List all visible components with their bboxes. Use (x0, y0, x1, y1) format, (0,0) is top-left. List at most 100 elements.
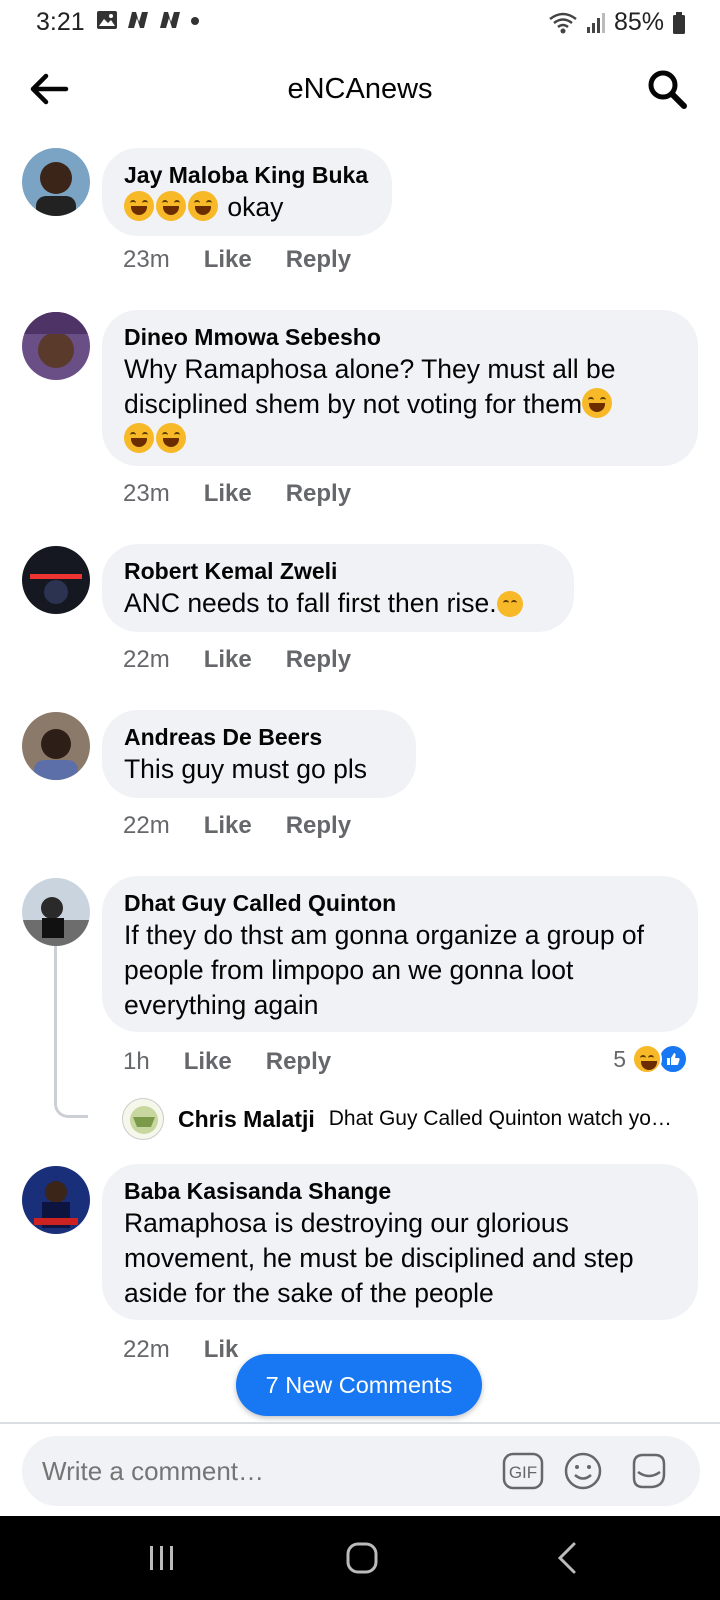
search-icon (648, 70, 687, 109)
comment-actions: 22m Like Reply (123, 646, 351, 674)
reply-button[interactable]: Reply (286, 812, 351, 840)
comment-text: Why Ramaphosa alone? They must all be di… (124, 352, 676, 457)
grinning-emoji-icon (188, 191, 218, 221)
home-icon (346, 1542, 378, 1574)
avatar[interactable] (22, 878, 90, 946)
reply-button[interactable]: Reply (286, 646, 351, 674)
comment-text-line: Ramaphosa is destroying our glorious (124, 1208, 569, 1238)
commenter-name[interactable]: Baba Kasisanda Shange (124, 1176, 676, 1206)
commenter-name[interactable]: Jay Maloba King Buka (124, 160, 370, 190)
gif-button[interactable]: GIF (502, 1450, 544, 1492)
comment-time[interactable]: 23m (123, 480, 170, 508)
news-app-icon-2 (160, 12, 180, 28)
reply-preview[interactable]: Chris Malatji Dhat Guy Called Quinton wa… (122, 1098, 702, 1140)
reply-text[interactable]: Dhat Guy Called Quinton watch yo… (329, 1107, 672, 1131)
comment-text-line: Why Ramaphosa alone? They must all be (124, 354, 616, 384)
commenter-name[interactable]: Dhat Guy Called Quinton (124, 888, 676, 918)
app-bar: eNCAnews (0, 46, 720, 134)
comment-text: ANC needs to fall first then rise. (124, 586, 552, 621)
smiley-icon (564, 1452, 602, 1490)
comment-time[interactable]: 23m (123, 246, 170, 274)
avatar[interactable] (22, 1166, 90, 1234)
comment-text-body: ANC needs to fall first then rise. (124, 588, 497, 618)
reply-author-name[interactable]: Chris Malatji (178, 1106, 315, 1133)
comment-text-line: disciplined shem by not voting for them (124, 389, 583, 419)
comment-time[interactable]: 1h (123, 1048, 150, 1076)
comment-actions: 1h Like Reply (123, 1048, 331, 1076)
avatar[interactable] (22, 312, 90, 380)
comment-input[interactable] (42, 1456, 462, 1487)
gallery-icon (97, 11, 117, 29)
comment-bubble[interactable]: Dhat Guy Called Quinton If they do thst … (102, 876, 698, 1032)
dot-icon (191, 17, 199, 25)
comment-bubble[interactable]: Baba Kasisanda Shange Ramaphosa is destr… (102, 1164, 698, 1320)
comment-time[interactable]: 22m (123, 812, 170, 840)
status-right: 85% (548, 8, 686, 37)
comment-text-line: aside for the sake of the people (124, 1278, 494, 1308)
status-time: 3:21 (36, 8, 85, 36)
like-button[interactable]: Like (204, 246, 252, 274)
comment-bubble[interactable]: Jay Maloba King Buka okay (102, 148, 392, 236)
sticker-button[interactable] (628, 1450, 670, 1492)
news-app-icon (128, 12, 148, 28)
system-back-button[interactable] (548, 1540, 588, 1576)
comment-bubble[interactable]: Robert Kemal Zweli ANC needs to fall fir… (102, 544, 574, 632)
comment-time[interactable]: 22m (123, 1336, 170, 1364)
reply-button[interactable]: Reply (266, 1048, 331, 1076)
comment-bubble[interactable]: Dineo Mmowa Sebesho Why Ramaphosa alone?… (102, 310, 698, 466)
comment-time[interactable]: 22m (123, 646, 170, 674)
chevron-left-icon (557, 1542, 576, 1574)
comment-text: If they do thst am gonna organize a grou… (124, 918, 676, 1023)
battery-icon (673, 11, 685, 34)
status-bar: 3:21 85% (0, 0, 720, 46)
like-button[interactable]: Lik (204, 1336, 239, 1364)
like-button[interactable]: Like (204, 480, 252, 508)
comment-actions: 23m Like Reply (123, 246, 351, 274)
svg-text:GIF: GIF (509, 1463, 537, 1482)
commenter-name[interactable]: Robert Kemal Zweli (124, 556, 552, 586)
page-title: eNCAnews (287, 73, 433, 105)
comment-actions: 23m Like Reply (123, 480, 351, 508)
rolling-laughing-emoji-icon (582, 388, 613, 418)
battery-percent: 85% (613, 8, 664, 36)
avatar[interactable] (22, 712, 90, 780)
avatar[interactable] (22, 546, 90, 614)
reply-button[interactable]: Reply (286, 480, 351, 508)
thread-line (54, 946, 88, 1118)
avatar[interactable] (22, 148, 90, 216)
reply-button[interactable]: Reply (286, 246, 351, 274)
like-button[interactable]: Like (204, 812, 252, 840)
rolling-laughing-emoji-icon (156, 423, 186, 453)
system-nav-bar (0, 1516, 720, 1600)
comment-text-line: movement, he must be disciplined and ste… (124, 1243, 634, 1273)
grinning-emoji-icon (124, 191, 154, 221)
comment-text: okay (124, 190, 370, 225)
gif-icon: GIF (502, 1452, 544, 1490)
recents-button[interactable] (142, 1540, 182, 1576)
comment-bubble[interactable]: Andreas De Beers This guy must go pls (102, 710, 416, 798)
comment-actions: 22m Like Reply (123, 812, 351, 840)
like-button[interactable]: Like (184, 1048, 232, 1076)
reply-avatar[interactable] (122, 1098, 164, 1140)
like-button[interactable]: Like (204, 646, 252, 674)
notification-icons (96, 10, 200, 30)
commenter-name[interactable]: Andreas De Beers (124, 722, 394, 752)
comment-text-line: If they do thst am gonna organize a grou… (124, 920, 645, 950)
wifi-icon (549, 12, 577, 33)
comment-actions: 22m Lik (123, 1336, 238, 1364)
emoji-button[interactable] (562, 1450, 604, 1492)
comment-composer: GIF (22, 1436, 700, 1506)
recents-icon (150, 1546, 173, 1570)
comment-text-body: This guy must go pls (124, 754, 368, 784)
raised-fist-emoji-icon (496, 591, 523, 617)
sticker-icon (632, 1453, 666, 1489)
new-comments-button[interactable]: 7 New Comments (236, 1354, 482, 1416)
home-button[interactable] (342, 1540, 382, 1576)
grinning-emoji-icon (156, 191, 186, 221)
commenter-name[interactable]: Dineo Mmowa Sebesho (124, 322, 676, 352)
search-button[interactable] (644, 66, 690, 112)
comment-text-line: people from limpopo an we gonna loot (124, 955, 574, 985)
reaction-summary[interactable]: 5 (613, 1044, 688, 1074)
rolling-laughing-emoji-icon (124, 423, 154, 453)
comment-text-line: everything again (124, 990, 319, 1020)
